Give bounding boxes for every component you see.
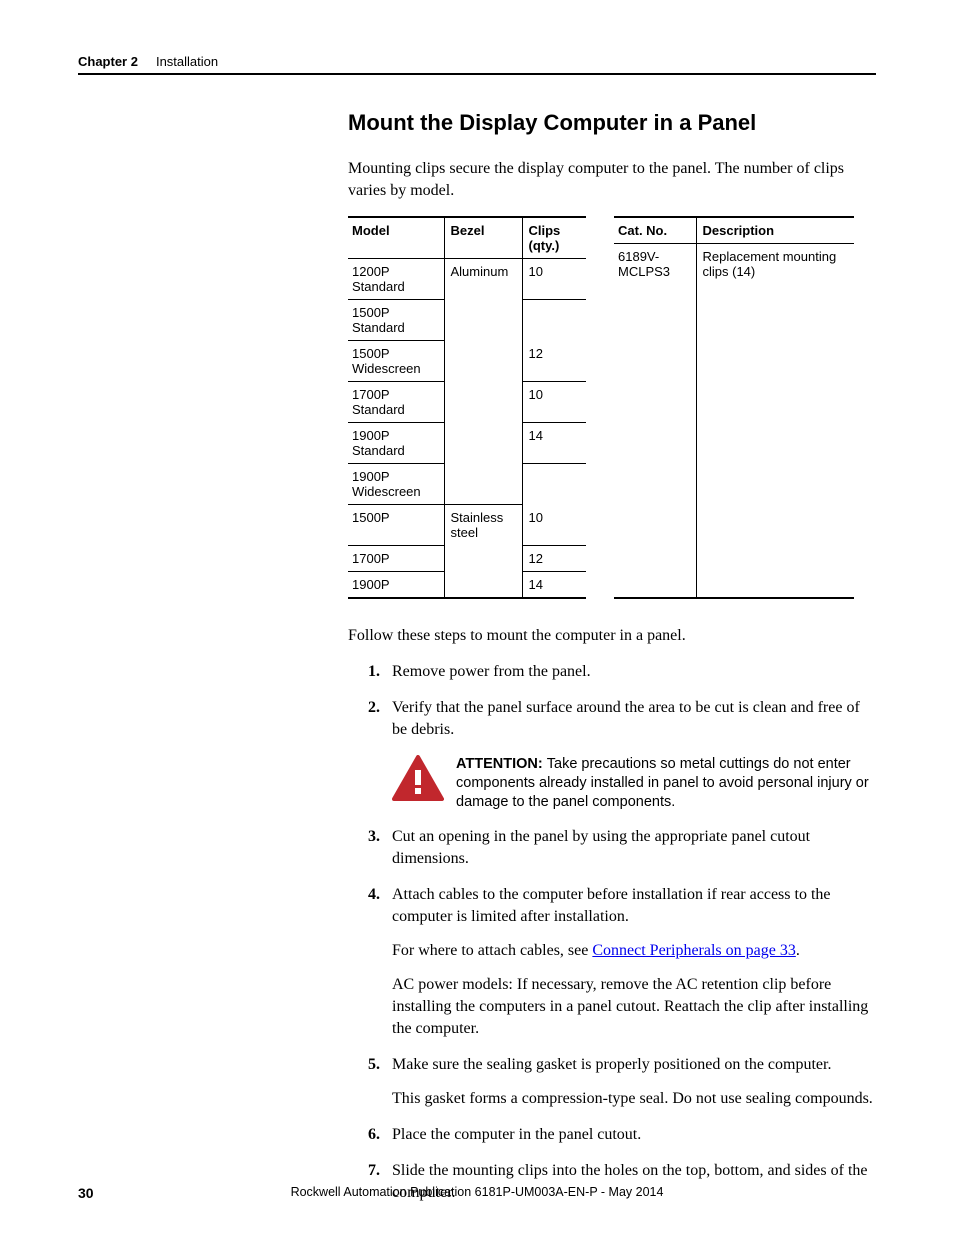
th-desc: Description <box>696 217 854 244</box>
th-catno: Cat. No. <box>614 217 696 244</box>
cell-bezel <box>444 571 522 598</box>
cell-model: 1500P Widescreen <box>348 341 444 382</box>
step-3: Cut an opening in the panel by using the… <box>348 826 876 870</box>
cell-model: 1200P Standard <box>348 259 444 300</box>
cell-model: 1500P <box>348 505 444 546</box>
cell-clips: 10 <box>522 259 586 300</box>
cell-bezel <box>444 545 522 571</box>
catno-table: Cat. No. Description 6189V-MCLPS3 Replac… <box>614 216 854 599</box>
cell-bezel <box>444 300 522 341</box>
steps-list-cont: Cut an opening in the panel by using the… <box>348 826 876 1204</box>
cell-model: 1900P Widescreen <box>348 464 444 505</box>
cell-model: 1700P <box>348 545 444 571</box>
page-number: 30 <box>78 1185 94 1201</box>
cell-clips: 12 <box>522 341 586 382</box>
step-4-sub-b: AC power models: If necessary, remove th… <box>392 974 876 1040</box>
chapter-label: Chapter 2 <box>78 54 138 69</box>
cell-clips: 10 <box>522 382 586 423</box>
step-4-sub-a: For where to attach cables, see Connect … <box>392 940 876 962</box>
main-content: Mount the Display Computer in a Panel Mo… <box>348 110 876 1218</box>
page-footer: 30 Rockwell Automation Publication 6181P… <box>78 1185 876 1199</box>
cell-catno: 6189V-MCLPS3 <box>614 244 696 598</box>
cell-model: 1900P Standard <box>348 423 444 464</box>
attention-icon <box>392 755 444 801</box>
section-heading: Mount the Display Computer in a Panel <box>348 110 876 136</box>
clips-table: Model Bezel Clips (qty.) 1200P Standard … <box>348 216 586 599</box>
follow-paragraph: Follow these steps to mount the computer… <box>348 625 876 647</box>
cell-bezel <box>444 341 522 382</box>
cell-bezel <box>444 464 522 505</box>
cell-bezel <box>444 423 522 464</box>
step-5-sub-a: This gasket forms a compression-type sea… <box>392 1088 876 1110</box>
steps-list: Remove power from the panel. Verify that… <box>348 661 876 741</box>
cell-clips: 14 <box>522 423 586 464</box>
page-header: Chapter 2 Installation <box>78 54 876 75</box>
chapter-title: Installation <box>156 54 218 69</box>
cell-clips: 12 <box>522 545 586 571</box>
th-clips: Clips (qty.) <box>522 217 586 259</box>
tables-row: Model Bezel Clips (qty.) 1200P Standard … <box>348 216 876 599</box>
cell-model: 1500P Standard <box>348 300 444 341</box>
th-model: Model <box>348 217 444 259</box>
cell-bezel: Stainless steel <box>444 505 522 546</box>
connect-peripherals-link[interactable]: Connect Peripherals on page 33 <box>592 942 796 959</box>
cell-clips: 10 <box>522 505 586 546</box>
cell-clips <box>522 464 586 505</box>
cell-bezel <box>444 382 522 423</box>
cell-clips <box>522 300 586 341</box>
cell-desc: Replacement mounting clips (14) <box>696 244 854 598</box>
th-bezel: Bezel <box>444 217 522 259</box>
attention-text: ATTENTION: Take precautions so metal cut… <box>456 755 876 812</box>
publication-info: Rockwell Automation Publication 6181P-UM… <box>78 1185 876 1199</box>
cell-model: 1900P <box>348 571 444 598</box>
attention-label: ATTENTION: <box>456 756 547 772</box>
cell-clips: 14 <box>522 571 586 598</box>
step-2: Verify that the panel surface around the… <box>348 697 876 741</box>
cell-model: 1700P Standard <box>348 382 444 423</box>
step-6: Place the computer in the panel cutout. <box>348 1124 876 1146</box>
step-5: Make sure the sealing gasket is properly… <box>348 1054 876 1110</box>
step-1: Remove power from the panel. <box>348 661 876 683</box>
attention-box: ATTENTION: Take precautions so metal cut… <box>392 755 876 812</box>
intro-paragraph: Mounting clips secure the display comput… <box>348 158 876 202</box>
step-4: Attach cables to the computer before ins… <box>348 884 876 1040</box>
cell-bezel: Aluminum <box>444 259 522 300</box>
